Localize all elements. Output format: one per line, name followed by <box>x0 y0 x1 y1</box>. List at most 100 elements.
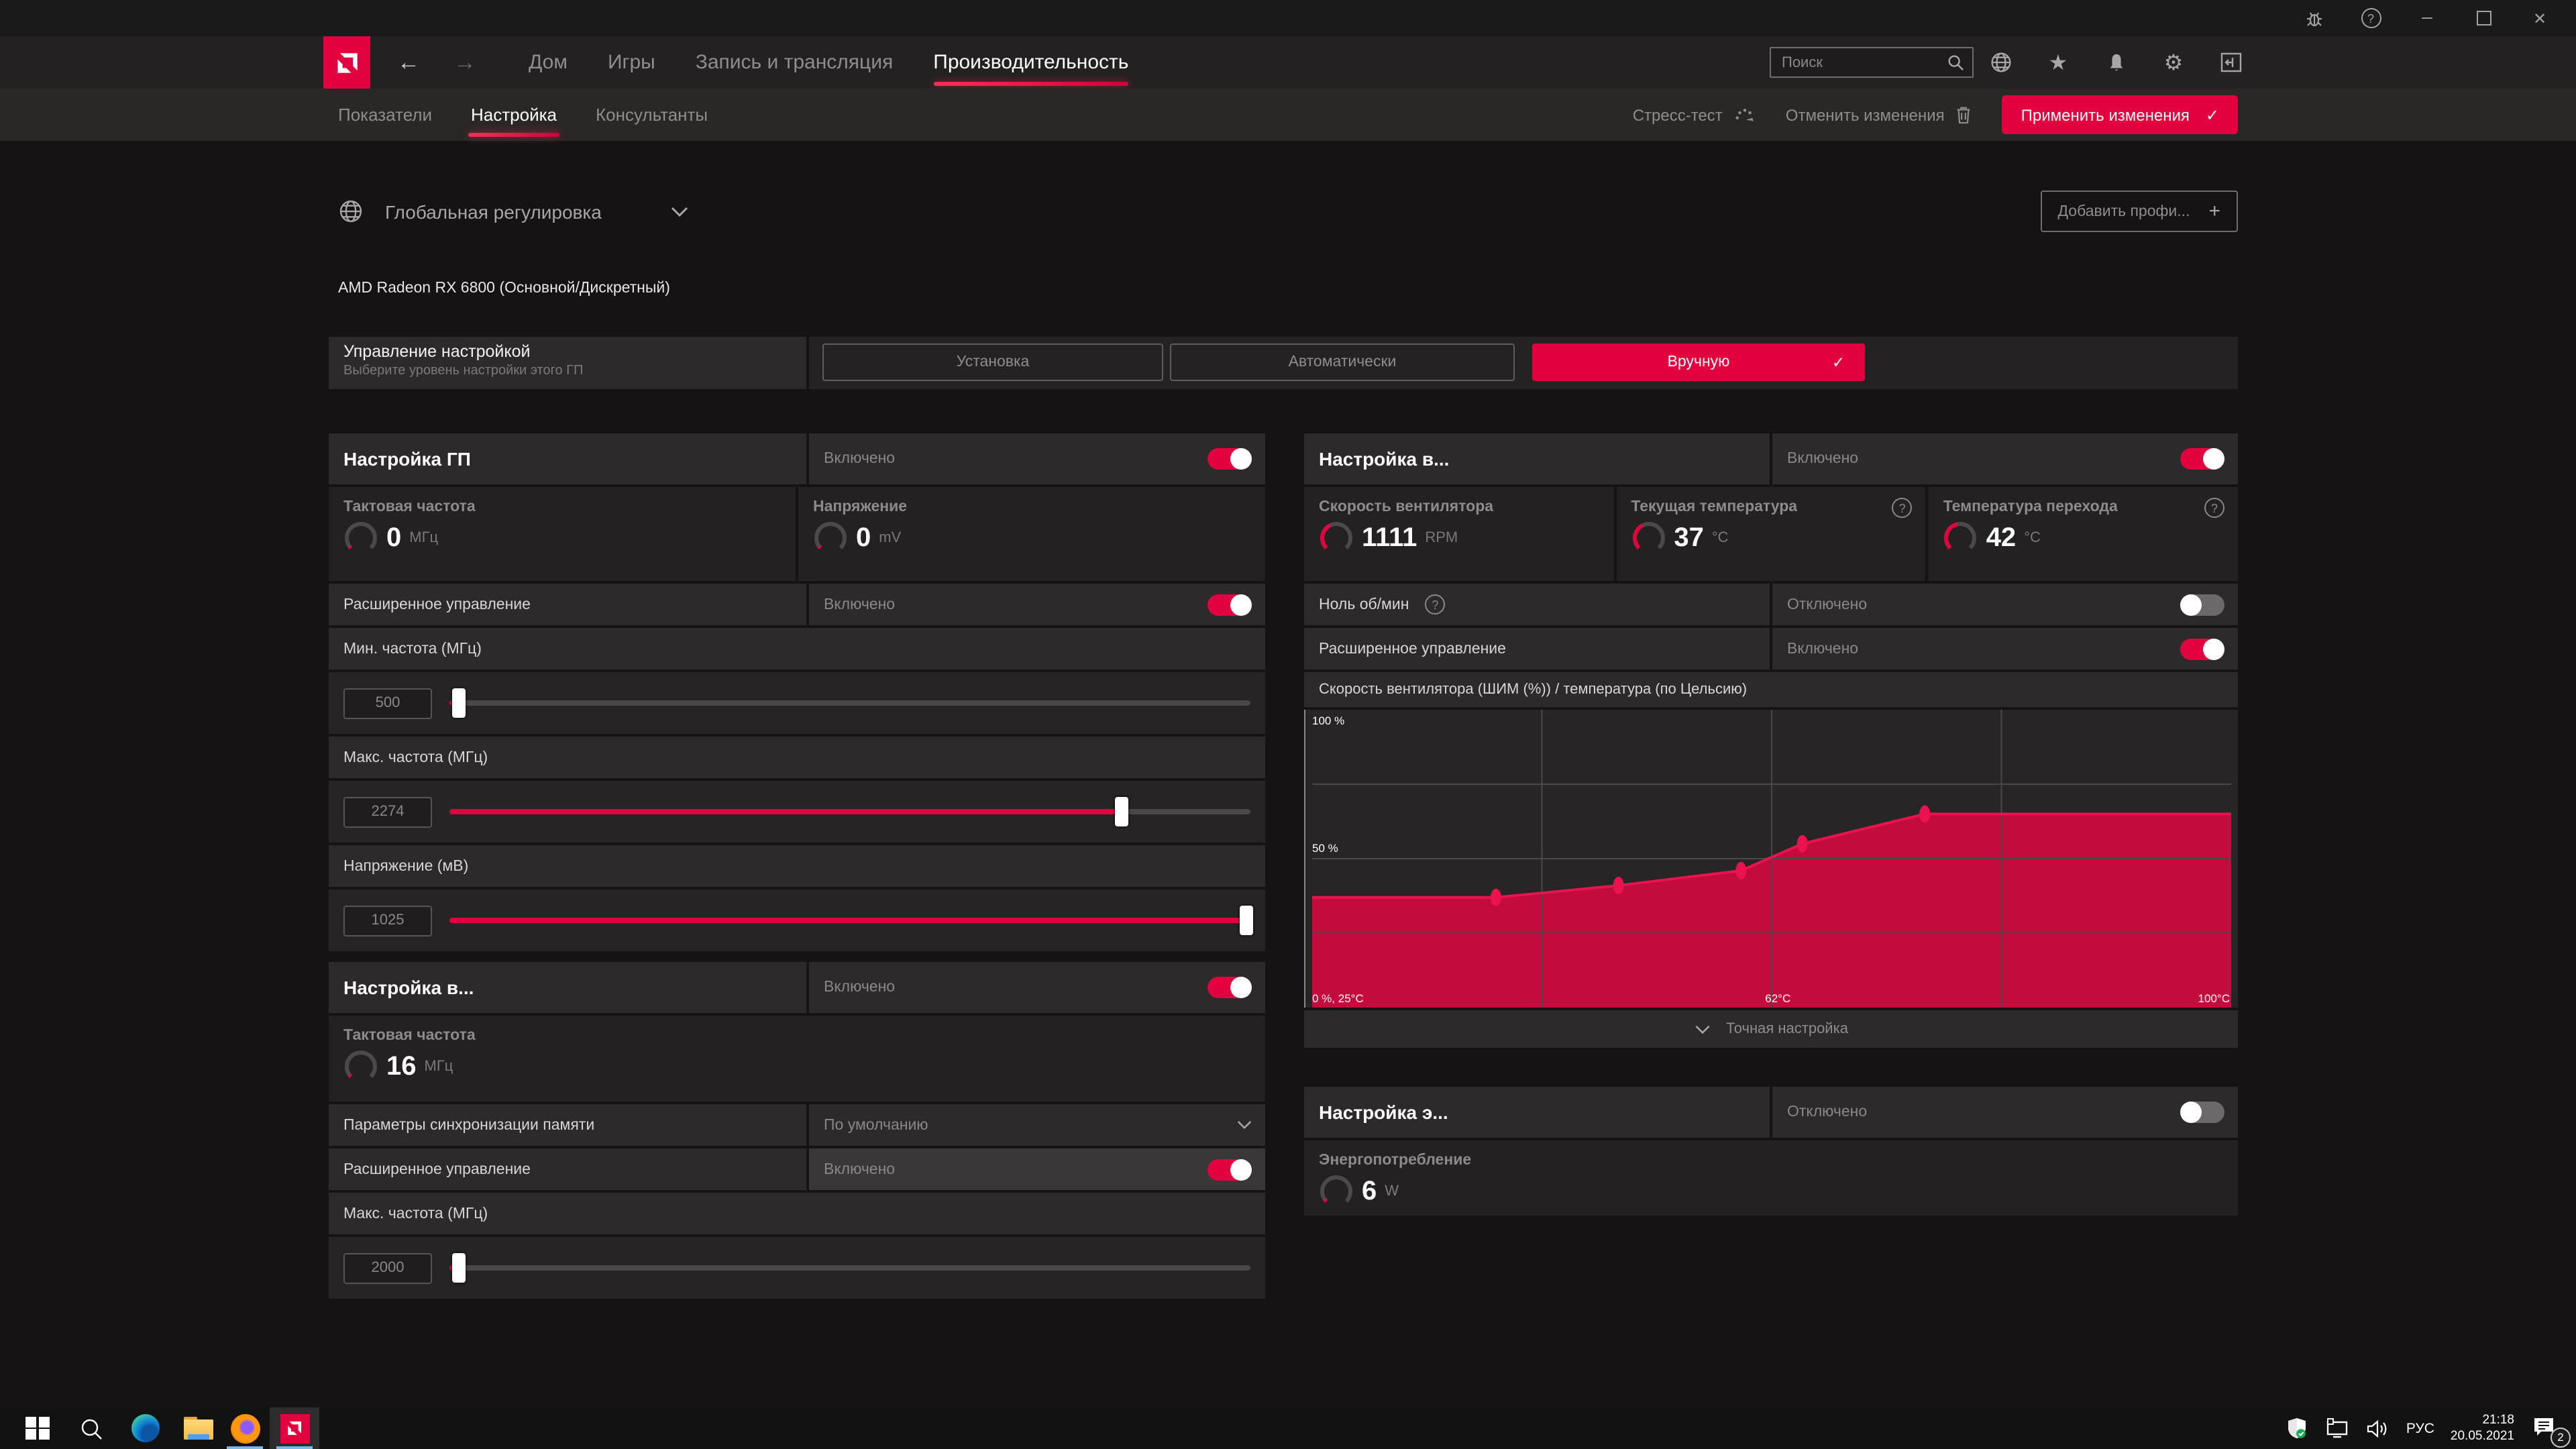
gpu-panel-status: Включено <box>824 451 895 467</box>
network-icon[interactable] <box>2326 1416 2350 1440</box>
nav-record-stream[interactable]: Запись и трансляция <box>696 36 894 89</box>
gpu-advanced-toggle[interactable] <box>1208 594 1252 615</box>
vram-clock-gauge <box>343 1049 378 1084</box>
apply-changes-button[interactable]: Применить изменения ✓ <box>2002 95 2238 134</box>
max-freq-value[interactable]: 2274 <box>343 796 432 827</box>
radeon-software-taskbar-icon[interactable] <box>270 1407 319 1449</box>
check-icon: ✓ <box>2206 105 2219 124</box>
nav-games[interactable]: Игры <box>608 36 655 89</box>
slider-handle[interactable] <box>452 1253 466 1283</box>
fan-curve-svg <box>1312 710 2231 1008</box>
edge-icon[interactable] <box>129 1412 161 1444</box>
gpu-tuning-toggle[interactable] <box>1208 448 1252 470</box>
slider-handle[interactable] <box>1240 906 1253 935</box>
gear-icon[interactable]: ⚙ <box>2161 50 2186 74</box>
forward-arrow-icon[interactable]: → <box>453 36 476 89</box>
junction-temp-value: 42 <box>1986 523 2017 553</box>
fan-speed-gauge <box>1319 521 1354 555</box>
star-icon[interactable]: ★ <box>2046 50 2070 74</box>
nav-home[interactable]: Дом <box>529 36 568 89</box>
taskbar-search-icon[interactable] <box>75 1412 107 1444</box>
min-freq-slider-row: 500 <box>329 672 1265 734</box>
start-button[interactable] <box>21 1412 54 1444</box>
search-input[interactable] <box>1779 53 1947 72</box>
file-explorer-icon[interactable] <box>182 1412 215 1444</box>
max-freq-slider-row: 2274 <box>329 781 1265 843</box>
fan-advanced-toggle[interactable] <box>2180 638 2224 659</box>
vram-advanced-toggle[interactable] <box>1208 1159 1252 1180</box>
power-tuning-toggle[interactable] <box>2180 1102 2224 1123</box>
max-freq-slider[interactable] <box>449 809 1250 814</box>
minimize-button[interactable]: – <box>2415 3 2439 28</box>
mode-preset-button[interactable]: Установка <box>822 343 1163 381</box>
tuning-control-title: Управление настройкой <box>343 342 806 361</box>
trash-icon <box>1955 105 1973 125</box>
help-icon[interactable]: ? <box>2359 6 2383 30</box>
voltage-value[interactable]: 1025 <box>343 905 432 936</box>
vram-tuning-toggle[interactable] <box>1208 977 1252 998</box>
globe-icon[interactable] <box>1988 50 2012 74</box>
add-profile-button[interactable]: Добавить профи... + <box>2040 191 2238 232</box>
mode-manual-button[interactable]: Вручную✓ <box>1532 343 1865 381</box>
language-indicator[interactable]: РУС <box>2406 1420 2434 1436</box>
bug-report-icon[interactable] <box>2302 6 2326 30</box>
vram-max-freq-value[interactable]: 2000 <box>343 1252 432 1283</box>
gpu-name: AMD Radeon RX 6800 (Основной/Дискретный) <box>338 280 2238 297</box>
voltage-slider-row: 1025 <box>329 890 1265 951</box>
tab-metrics[interactable]: Показатели <box>338 89 432 141</box>
min-freq-slider[interactable] <box>449 700 1250 706</box>
vram-max-freq-label: Макс. частота (МГц) <box>329 1193 1265 1234</box>
slider-handle[interactable] <box>452 688 466 718</box>
search-icon <box>1947 54 1964 71</box>
clock[interactable]: 21:18 20.05.2021 <box>2451 1412 2514 1444</box>
nav-performance[interactable]: Производительность <box>933 36 1128 89</box>
close-button[interactable]: ✕ <box>2528 6 2552 30</box>
discard-changes-label: Отменить изменения <box>1786 105 1945 124</box>
fan-tuning-toggle[interactable] <box>2180 448 2224 470</box>
tab-advisors[interactable]: Консультанты <box>596 89 708 141</box>
min-freq-value[interactable]: 500 <box>343 688 432 718</box>
speaker-icon[interactable] <box>2366 1416 2390 1440</box>
voltage-slider[interactable] <box>449 918 1250 923</box>
gpu-panel-title: Настройка ГП <box>329 433 806 484</box>
fine-tuning-expander[interactable]: Точная настройка <box>1304 1010 2238 1048</box>
stress-test-button[interactable]: Стресс-тест <box>1633 105 1756 124</box>
collapse-panel-icon[interactable] <box>2219 50 2243 74</box>
help-icon[interactable]: ? <box>2204 498 2224 518</box>
gpu-voltage-gauge <box>813 521 848 555</box>
add-profile-label: Добавить профи... <box>2057 203 2190 219</box>
search-box[interactable] <box>1770 47 1974 78</box>
slider-handle[interactable] <box>1116 797 1129 826</box>
stress-test-label: Стресс-тест <box>1633 105 1723 124</box>
current-temp-value: 37 <box>1674 523 1704 553</box>
vram-panel-status: Включено <box>824 979 895 996</box>
fan-curve-chart[interactable]: 100 % 50 % 0 %, 25°C 62°C 100°C <box>1304 710 2238 1008</box>
firefox-icon[interactable] <box>220 1407 270 1449</box>
vram-panel-title: Настройка в... <box>329 962 806 1013</box>
min-freq-label: Мин. частота (МГц) <box>329 628 1265 669</box>
maximize-button[interactable] <box>2471 6 2496 30</box>
bell-icon[interactable] <box>2104 50 2128 74</box>
amd-logo[interactable] <box>323 36 370 89</box>
current-temp-label: Текущая температура <box>1631 499 1915 515</box>
power-panel-title: Настройка э... <box>1304 1087 1770 1138</box>
fan-advanced-label: Расширенное управление <box>1304 628 1770 669</box>
notification-badge: 2 <box>2551 1427 2571 1447</box>
back-arrow-icon[interactable]: ← <box>397 36 420 89</box>
tuning-control-subtitle: Выберите уровень настройки этого ГП <box>343 364 806 378</box>
mem-timing-dropdown[interactable]: По умолчанию <box>809 1104 1265 1146</box>
profile-selector[interactable]: Глобальная регулировка <box>338 199 689 224</box>
vram-max-freq-slider[interactable] <box>449 1265 1250 1271</box>
clock-date: 20.05.2021 <box>2451 1428 2514 1444</box>
help-icon[interactable]: ? <box>1425 594 1445 614</box>
globe-icon <box>338 199 364 224</box>
zero-rpm-toggle[interactable] <box>2180 594 2224 615</box>
power-draw-label: Энергопотребление <box>1319 1152 2227 1169</box>
current-temp-gauge <box>1631 521 1666 555</box>
tuning-content: Глобальная регулировка Добавить профи...… <box>329 141 2238 1299</box>
defender-shield-icon[interactable] <box>2286 1416 2310 1440</box>
tab-tuning[interactable]: Настройка <box>471 89 557 141</box>
mode-auto-button[interactable]: Автоматически <box>1170 343 1515 381</box>
discard-changes-button[interactable]: Отменить изменения <box>1786 105 1973 125</box>
notification-center-icon[interactable]: 2 <box>2530 1415 2563 1442</box>
